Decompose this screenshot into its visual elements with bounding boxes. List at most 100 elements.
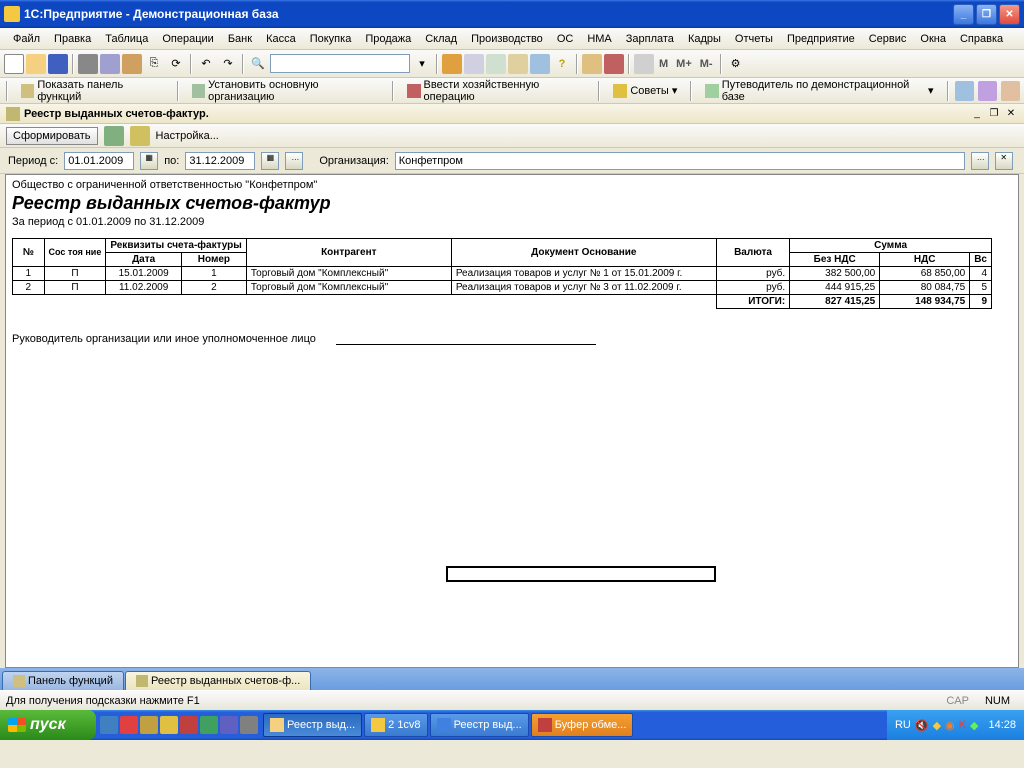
menu-os[interactable]: ОС [550, 31, 581, 47]
ql-icon-8[interactable] [240, 716, 258, 734]
enter-operation-button[interactable]: Ввести хозяйственную операцию [400, 76, 592, 106]
menu-service[interactable]: Сервис [862, 31, 914, 47]
org-input[interactable] [395, 152, 965, 170]
tray-icon-5[interactable]: ◆ [970, 719, 978, 732]
ql-icon-4[interactable] [160, 716, 178, 734]
copy-icon[interactable] [100, 54, 120, 74]
table-row[interactable]: 1П15.01.20091Торговый дом "Комплексный"Р… [13, 267, 992, 281]
redo-icon[interactable]: ↷ [218, 54, 238, 74]
help-icon[interactable]: ? [552, 54, 572, 74]
nav-icon-2[interactable] [978, 81, 997, 101]
period-from-calendar-icon[interactable]: ▦ [140, 152, 158, 170]
m-plus-button[interactable]: M+ [673, 54, 695, 74]
search-icon[interactable]: 🔍 [248, 54, 268, 74]
col-no-vat: Без НДС [790, 253, 880, 267]
tips-button[interactable]: Советы▾ [606, 81, 684, 101]
minimize-button[interactable]: _ [953, 4, 974, 25]
open-icon[interactable] [26, 54, 46, 74]
menu-enterprise[interactable]: Предприятие [780, 31, 862, 47]
clone-icon[interactable]: ⎘ [144, 54, 164, 74]
guide-button[interactable]: Путеводитель по демонстрационной базе▾ [698, 76, 940, 106]
new-icon[interactable] [4, 54, 24, 74]
period-select-button[interactable]: … [285, 152, 303, 170]
clock[interactable]: 14:28 [988, 719, 1016, 731]
tool-icon-4[interactable] [508, 54, 528, 74]
calendar-icon[interactable] [604, 54, 624, 74]
ql-icon-5[interactable] [180, 716, 198, 734]
doc-tool-icon-1[interactable] [104, 126, 124, 146]
close-button[interactable]: ✕ [999, 4, 1020, 25]
paste-icon[interactable] [122, 54, 142, 74]
doc-restore-button[interactable]: ❐ [987, 107, 1001, 121]
start-button[interactable]: пуск [0, 710, 96, 740]
task-item-4[interactable]: Буфер обме... [531, 713, 634, 737]
nav-icon-3[interactable] [1001, 81, 1020, 101]
menu-table[interactable]: Таблица [98, 31, 155, 47]
lang-indicator[interactable]: RU [895, 719, 911, 731]
calc-icon[interactable] [582, 54, 602, 74]
doc-close-button[interactable]: ✕ [1004, 107, 1018, 121]
menu-hr[interactable]: Кадры [681, 31, 728, 47]
menu-sale[interactable]: Продажа [358, 31, 418, 47]
tool-icon-2[interactable] [464, 54, 484, 74]
menu-help[interactable]: Справка [953, 31, 1010, 47]
selected-cell[interactable] [446, 566, 716, 582]
settings-link[interactable]: Настройка... [156, 130, 219, 142]
m-button[interactable]: M [656, 54, 671, 74]
tool-icon-3[interactable] [486, 54, 506, 74]
menu-cash[interactable]: Касса [259, 31, 303, 47]
task-item-3[interactable]: Реестр выд... [430, 713, 529, 737]
undo-icon[interactable]: ↶ [196, 54, 216, 74]
menu-edit[interactable]: Правка [47, 31, 98, 47]
cut-icon[interactable] [78, 54, 98, 74]
show-panel-button[interactable]: Показать панель функций [14, 76, 171, 106]
menu-operations[interactable]: Операции [155, 31, 220, 47]
tab-panel[interactable]: Панель функций [2, 671, 124, 690]
m-minus-button[interactable]: M- [697, 54, 716, 74]
menu-purchase[interactable]: Покупка [303, 31, 359, 47]
ql-icon-6[interactable] [200, 716, 218, 734]
task-item-1[interactable]: Реестр выд... [263, 713, 362, 737]
org-clear-button[interactable]: ✕ [995, 152, 1013, 170]
menu-nma[interactable]: НМА [580, 31, 618, 47]
grid-icon[interactable] [634, 54, 654, 74]
col-state: Сос тоя ние [44, 239, 106, 267]
tab-document[interactable]: Реестр выданных счетов-ф... [125, 671, 311, 690]
tool-icon-5[interactable] [530, 54, 550, 74]
tray-icon-1[interactable]: 🔇 [915, 719, 929, 732]
menu-warehouse[interactable]: Склад [418, 31, 464, 47]
tray-icon-2[interactable]: ◆ [933, 719, 941, 732]
period-to-input[interactable] [185, 152, 255, 170]
period-to-calendar-icon[interactable]: ▦ [261, 152, 279, 170]
save-icon[interactable] [48, 54, 68, 74]
refresh-icon[interactable]: ⟳ [166, 54, 186, 74]
period-from-input[interactable] [64, 152, 134, 170]
tray-icon-3[interactable]: ◉ [945, 719, 955, 732]
doc-minimize-button[interactable]: _ [970, 107, 984, 121]
ql-icon-7[interactable] [220, 716, 238, 734]
ql-icon-1[interactable] [100, 716, 118, 734]
tool-icon-1[interactable] [442, 54, 462, 74]
menu-production[interactable]: Производство [464, 31, 550, 47]
task-item-2[interactable]: 2 1cv8 [364, 713, 427, 737]
menu-reports[interactable]: Отчеты [728, 31, 780, 47]
menu-salary[interactable]: Зарплата [619, 31, 681, 47]
menu-windows[interactable]: Окна [913, 31, 953, 47]
ql-icon-2[interactable] [120, 716, 138, 734]
set-org-button[interactable]: Установить основную организацию [185, 76, 386, 106]
search-dropdown-icon[interactable]: ▾ [412, 54, 432, 74]
ql-icon-3[interactable] [140, 716, 158, 734]
org-select-button[interactable]: … [971, 152, 989, 170]
tray-icon-4[interactable]: K [959, 719, 966, 731]
report-area[interactable]: Общество с ограниченной ответственностью… [5, 174, 1019, 668]
maximize-button[interactable]: ❐ [976, 4, 997, 25]
form-button[interactable]: Сформировать [6, 127, 98, 145]
menu-bank[interactable]: Банк [221, 31, 259, 47]
search-input[interactable] [270, 54, 410, 73]
nav-icon-1[interactable] [955, 81, 974, 101]
table-row[interactable]: 2П11.02.20092Торговый дом "Комплексный"Р… [13, 281, 992, 295]
menu-file[interactable]: Файл [6, 31, 47, 47]
status-bar: Для получения подсказки нажмите F1 CAP N… [0, 690, 1024, 710]
settings-icon[interactable]: ⚙ [726, 54, 746, 74]
doc-tool-icon-2[interactable] [130, 126, 150, 146]
